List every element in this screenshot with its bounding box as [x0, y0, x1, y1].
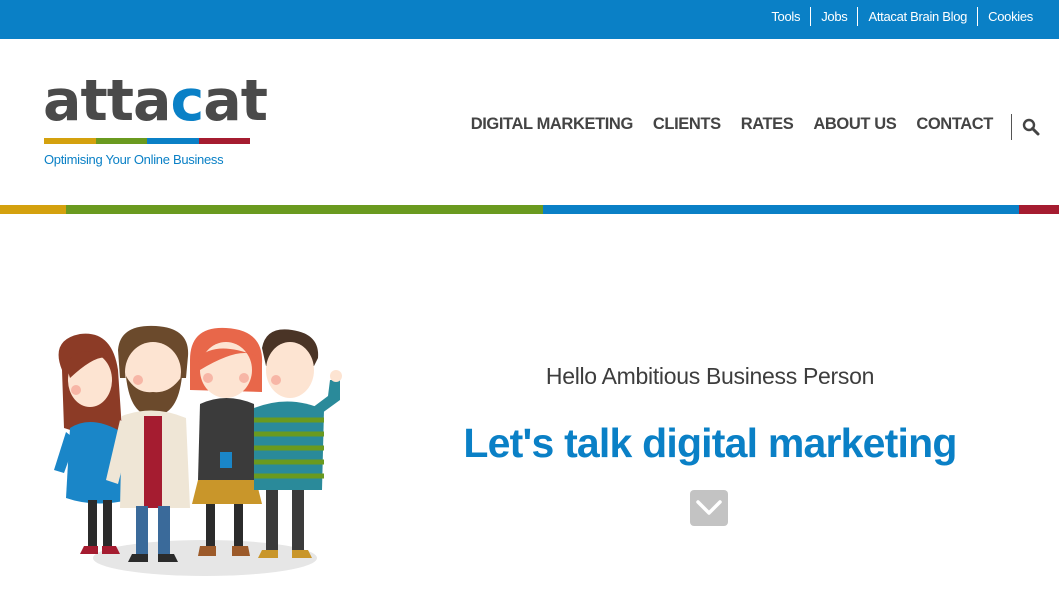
main-nav: DIGITAL MARKETING CLIENTS RATES ABOUT US… — [451, 115, 994, 134]
utility-link-blog[interactable]: Attacat Brain Blog — [857, 7, 977, 26]
chevron-down-icon — [696, 500, 722, 515]
nav-item-about-us[interactable]: ABOUT US — [813, 115, 896, 134]
nav-item-contact[interactable]: CONTACT — [916, 115, 993, 134]
logo-color-stripes — [44, 138, 250, 144]
logo-tagline: Optimising Your Online Business — [44, 152, 224, 167]
search-icon[interactable] — [1021, 117, 1043, 139]
logo-wordmark: attacat — [43, 68, 268, 134]
utility-link-tools[interactable]: Tools — [761, 7, 810, 26]
nav-item-clients[interactable]: CLIENTS — [653, 115, 721, 134]
utility-link-cookies[interactable]: Cookies — [977, 7, 1043, 26]
team-illustration — [40, 320, 350, 585]
brand-color-stripe — [0, 205, 1059, 214]
site-logo[interactable]: attacat Optimising Your Online Business — [43, 70, 268, 173]
hero-greeting: Hello Ambitious Business Person — [545, 363, 875, 389]
utility-link-jobs[interactable]: Jobs — [810, 7, 857, 26]
nav-item-rates[interactable]: RATES — [741, 115, 794, 134]
utility-links: Tools Jobs Attacat Brain Blog Cookies — [761, 7, 1043, 26]
nav-divider — [1011, 114, 1012, 140]
utility-bar: Tools Jobs Attacat Brain Blog Cookies — [0, 0, 1059, 39]
hero-headline: Let's talk digital marketing — [463, 420, 957, 466]
nav-item-digital-marketing[interactable]: DIGITAL MARKETING — [471, 115, 634, 134]
scroll-down-button[interactable] — [690, 490, 728, 526]
